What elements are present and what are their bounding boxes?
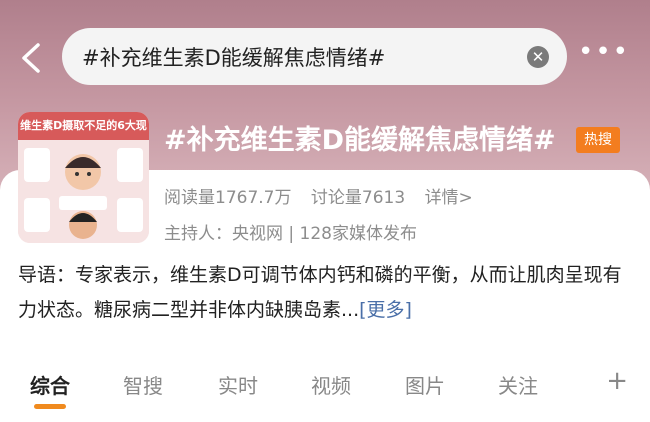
chevron-left-icon bbox=[22, 43, 40, 73]
tab-images[interactable]: 图片 bbox=[405, 370, 445, 399]
tab-video[interactable]: 视频 bbox=[311, 370, 351, 399]
plus-icon[interactable]: + bbox=[606, 366, 628, 396]
topic-title: #补充维生素D能缓解焦虑情绪# bbox=[164, 125, 556, 156]
topic-thumbnail[interactable]: 维生素D摄取不足的6大现 bbox=[18, 112, 149, 243]
tab-bar: 综合 智搜 实时 视频 图片 关注 + bbox=[0, 352, 650, 422]
topic-intro: 导语：专家表示，维生素D可调节体内钙和磷的平衡，从而让肌肉呈现有力状态。糖尿病二… bbox=[18, 258, 633, 328]
tab-following[interactable]: 关注 bbox=[498, 370, 538, 399]
clear-icon[interactable]: ✕ bbox=[527, 46, 549, 68]
hot-badge: 热搜 bbox=[576, 127, 620, 153]
details-link[interactable]: 详情> bbox=[425, 188, 473, 208]
read-count: 阅读量1767.7万 bbox=[164, 188, 292, 208]
discussion-count: 讨论量7613 bbox=[310, 188, 406, 208]
topic-stats: 阅读量1767.7万 讨论量7613 详情> bbox=[164, 183, 487, 208]
tab-realtime[interactable]: 实时 bbox=[218, 370, 258, 399]
thumbnail-caption: 维生素D摄取不足的6大现 bbox=[18, 112, 149, 140]
tab-comprehensive[interactable]: 综合 bbox=[30, 370, 70, 399]
intro-more-link[interactable]: [更多] bbox=[359, 299, 412, 321]
thumbnail-illustration bbox=[18, 140, 149, 243]
back-button[interactable] bbox=[18, 42, 46, 74]
active-tab-indicator bbox=[34, 404, 66, 409]
search-input[interactable]: #补充维生素D能缓解焦虑情绪# ✕ bbox=[62, 28, 567, 85]
more-icon[interactable]: ••• bbox=[578, 39, 630, 65]
tab-smart-search[interactable]: 智搜 bbox=[123, 370, 163, 399]
search-query: #补充维生素D能缓解焦虑情绪# bbox=[82, 46, 386, 70]
topic-host: 主持人：央视网 | 128家媒体发布 bbox=[164, 224, 417, 244]
intro-text: 导语：专家表示，维生素D可调节体内钙和磷的平衡，从而让肌肉呈现有力状态。糖尿病二… bbox=[18, 264, 622, 321]
